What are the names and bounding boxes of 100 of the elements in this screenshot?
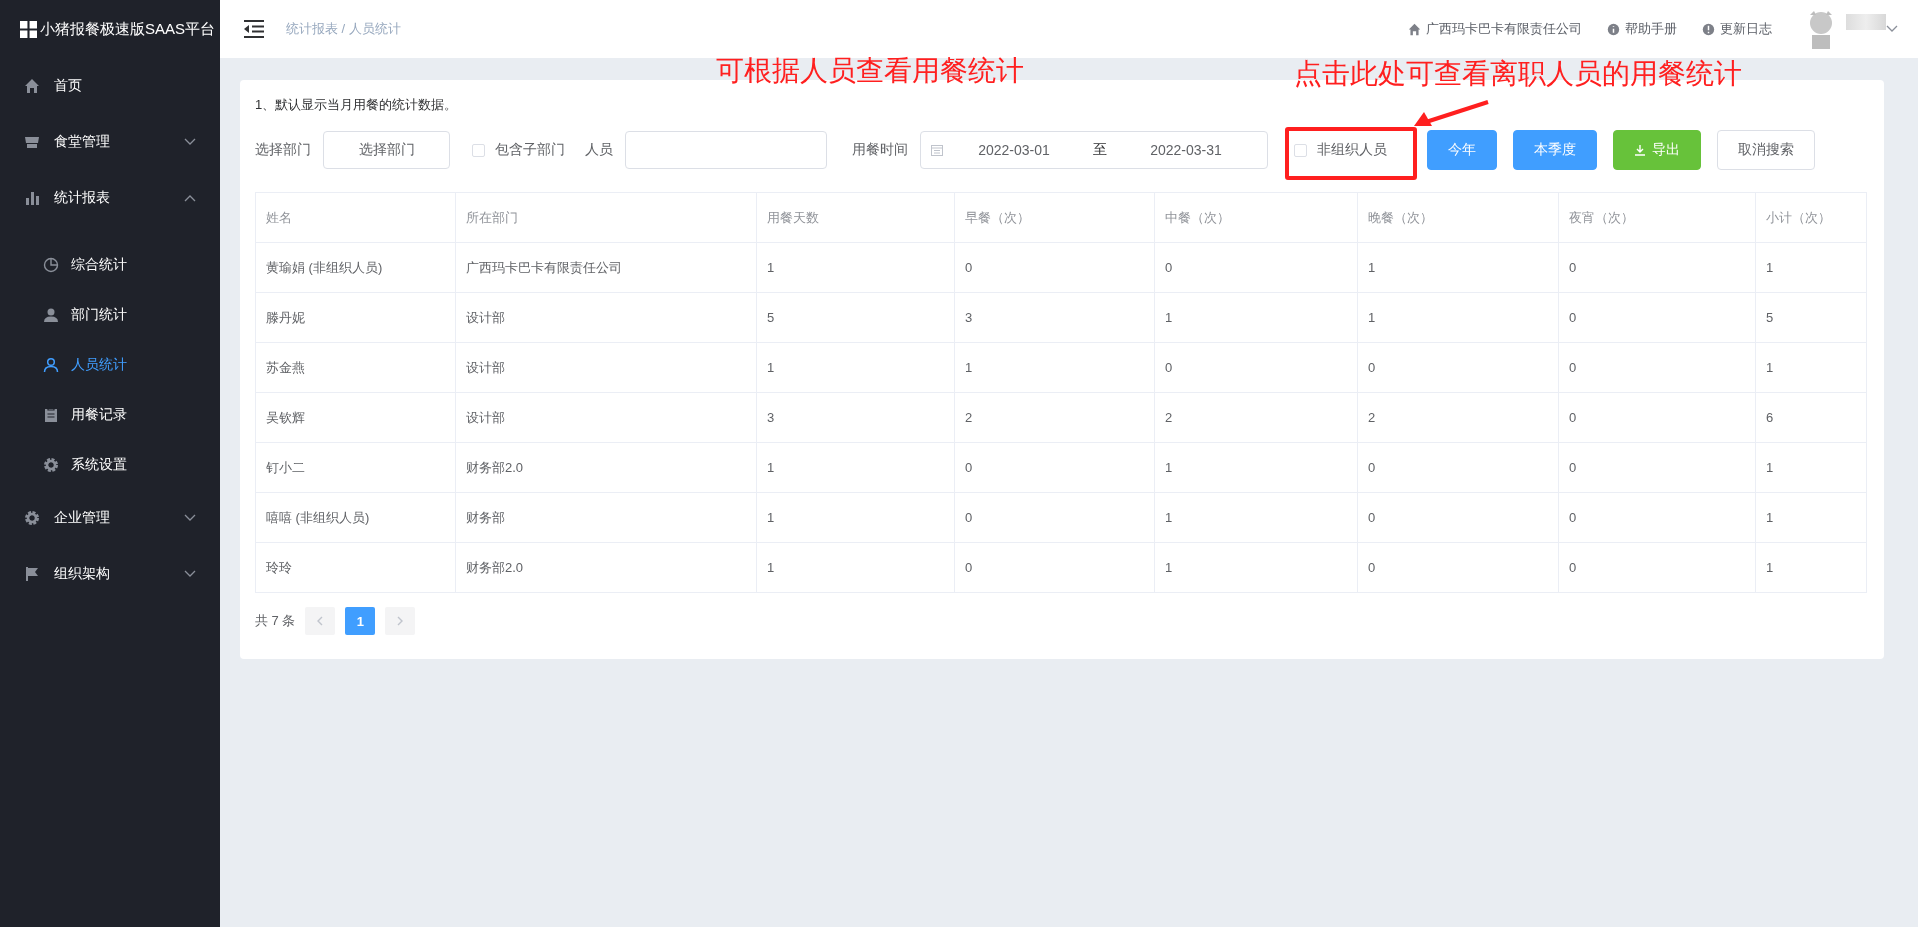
table-cell: 财务部2.0 [456,443,757,492]
filter-label: 用餐时间 [852,141,908,159]
table-cell: 0 [1559,543,1756,592]
table-cell: 0 [955,243,1155,292]
table-cell: 0 [1559,443,1756,492]
table-cell: 财务部 [456,493,757,542]
table-cell: 广西玛卡巴卡有限责任公司 [456,243,757,292]
header-link[interactable]: 帮助手册 [1607,20,1677,38]
bar-chart-icon [24,190,40,206]
table-cell: 0 [1559,293,1756,342]
gear-icon [24,510,40,526]
table-cell: 1 [757,343,955,392]
filter-label: 人员 [585,141,613,159]
table-cell: 0 [1559,493,1756,542]
chevron-down-icon [1886,25,1898,33]
filter-button[interactable]: 取消搜索 [1717,130,1815,170]
column-header: 晚餐（次） [1358,193,1559,242]
table-cell: 0 [955,543,1155,592]
table-cell-text: 5 [1765,309,1775,327]
table-cell: 0 [1155,243,1358,292]
notice-text: 1、默认显示当月用餐的统计数据。 [255,96,459,114]
pie-chart-icon [43,257,59,273]
date-range-field[interactable]: 2022-03-01 至 2022-03-31 [920,131,1268,169]
table-cell: 0 [1358,343,1559,392]
table-cell: 设计部 [456,393,757,442]
table-cell-text: 1 [1765,559,1775,577]
store-icon [24,134,40,150]
person-input-field[interactable] [625,131,827,169]
table-cell-text: 6 [1765,409,1775,427]
sidebar-subitem[interactable]: 系统设置 [0,440,220,490]
table-cell: 黄瑜娟 (非组织人员) [256,243,456,292]
download-icon [1634,144,1646,156]
table-cell: 设计部 [456,343,757,392]
sidebar-subitem[interactable]: 综合统计 [0,240,220,290]
table-cell: 1 [757,543,955,592]
sidebar-item[interactable]: 组织架构 [0,546,220,602]
sidebar-item[interactable]: 首页 [0,58,220,114]
sidebar-subitem[interactable]: 部门统计 [0,290,220,340]
include-subdepartment-checkbox[interactable]: 包含子部门 [472,141,565,159]
table-cell: 0 [1559,393,1756,442]
filter-label: 选择部门 [255,141,311,159]
table-cell: 2 [1155,393,1358,442]
table-cell: 0 [955,443,1155,492]
home-icon [24,78,40,94]
info-icon [1607,22,1620,36]
app-title: 小猪报餐极速版SAAS平台 [40,19,216,39]
non-org-staff-checkbox[interactable]: 非组织人员 [1294,141,1387,159]
breadcrumb: 统计报表 / 人员统计 [286,20,402,38]
sidebar-subitem[interactable]: 人员统计 [0,340,220,390]
select-department-button[interactable]: 选择部门 [323,131,450,169]
calendar-icon [931,144,943,156]
user-icon [43,357,59,373]
total-count: 共 7 条 [255,612,296,630]
table-cell: 滕丹妮 [256,293,456,342]
table-cell: 财务部2.0 [456,543,757,592]
flag-icon [24,566,40,582]
table-cell: 2 [1358,393,1559,442]
table-cell: 吴钦辉 [256,393,456,442]
home-icon [1408,22,1421,36]
column-header: 中餐（次） [1155,193,1358,242]
gear-icon [43,457,59,473]
annotation-text: 可根据人员查看用餐统计 [716,54,1024,88]
exclamation-icon [1702,22,1715,36]
table-cell-text: 1 [1765,259,1775,277]
menu-icon[interactable] [244,20,264,38]
header-link[interactable]: 更新日志 [1702,20,1772,38]
table-cell: 3 [955,293,1155,342]
grid-logo-icon [20,20,37,38]
table-cell: 1 [757,443,955,492]
table-cell: 1 [955,343,1155,392]
prev-page-button[interactable] [305,607,336,635]
next-page-button[interactable] [385,607,416,635]
sidebar-item[interactable]: 食堂管理 [0,114,220,170]
table-cell: 1 [1155,543,1358,592]
blurred-username [1846,14,1886,30]
table-cell: 设计部 [456,293,757,342]
table-cell: 1 [1358,293,1559,342]
table-cell: 0 [1559,343,1756,392]
chevron-down-icon [184,514,196,522]
column-header: 早餐（次） [955,193,1155,242]
table-cell: 1 [1155,293,1358,342]
sidebar-subitem[interactable]: 用餐记录 [0,390,220,440]
table-cell: 0 [1155,343,1358,392]
sidebar-item[interactable]: 统计报表 [0,170,220,226]
table-cell: 1 [757,493,955,542]
table-cell: 1 [1155,493,1358,542]
table-cell: 1 [757,243,955,292]
chevron-down-icon [184,570,196,578]
table-cell: 0 [1559,243,1756,292]
chevron-down-icon [184,138,196,146]
sidebar-item[interactable]: 企业管理 [0,490,220,546]
table-cell: 5 [757,293,955,342]
table-cell: 0 [955,493,1155,542]
column-header: 所在部门 [456,193,757,242]
table-cell-text: 1 [1765,459,1775,477]
table-cell: 3 [757,393,955,442]
header-link[interactable]: 广西玛卡巴卡有限责任公司 [1408,20,1582,38]
table-cell: 1 [1358,243,1559,292]
table-cell: 苏金燕 [256,343,456,392]
column-header: 姓名 [256,193,456,242]
